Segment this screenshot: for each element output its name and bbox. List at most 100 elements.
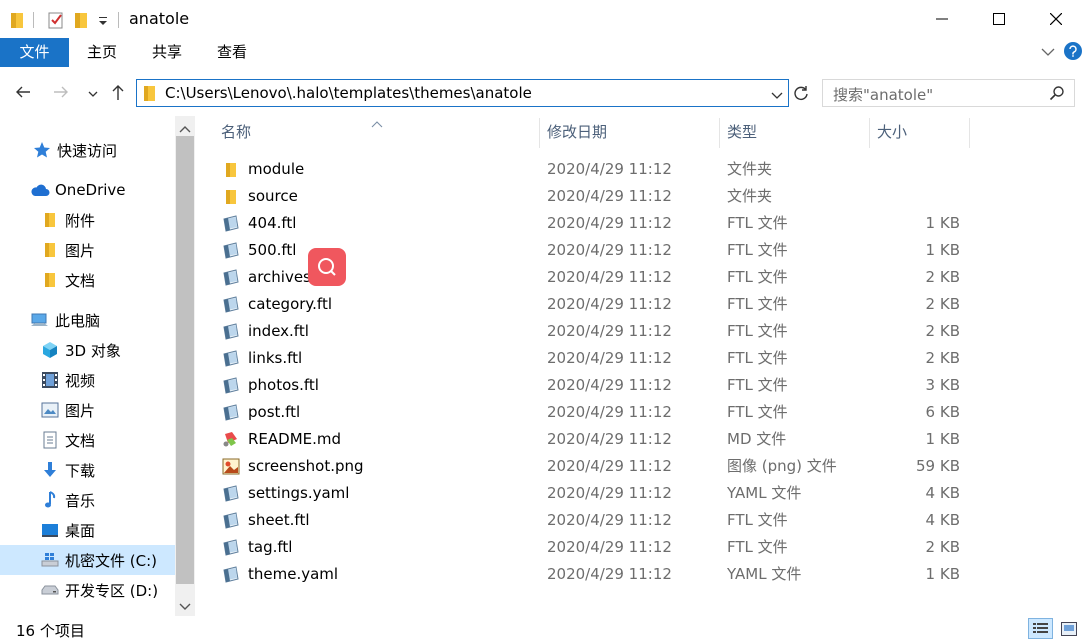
- up-arrow-icon[interactable]: [110, 83, 126, 105]
- file-name: 500.ftl: [248, 241, 297, 259]
- folder-icon: [40, 210, 60, 230]
- file-row[interactable]: index.ftl 2020/4/29 11:12 FTL 文件 2 KB: [216, 318, 976, 345]
- file-type: FTL 文件: [727, 349, 788, 367]
- customize-dropdown-icon[interactable]: [97, 9, 109, 31]
- column-header-size[interactable]: 大小: [877, 118, 907, 146]
- file-date: 2020/4/29 11:12: [547, 214, 672, 232]
- floating-search-icon[interactable]: [308, 248, 346, 286]
- column-divider[interactable]: [539, 118, 540, 148]
- maximize-button[interactable]: [973, 0, 1025, 38]
- file-row[interactable]: sheet.ftl 2020/4/29 11:12 FTL 文件 4 KB: [216, 507, 976, 534]
- file-size: 4 KB: [925, 511, 960, 529]
- cube-icon: [40, 340, 60, 360]
- file-row[interactable]: screenshot.png 2020/4/29 11:12 图像 (png) 文件…: [216, 453, 976, 480]
- new-folder-icon[interactable]: [74, 9, 88, 31]
- file-type: FTL 文件: [727, 376, 788, 394]
- minimize-button[interactable]: [916, 0, 968, 38]
- sidebar-item-label: 视频: [65, 371, 96, 390]
- help-icon[interactable]: [1064, 42, 1082, 60]
- sidebar-item-onedrive-documents[interactable]: 文档: [40, 265, 95, 295]
- recent-locations-icon[interactable]: [87, 86, 99, 104]
- column-header-date[interactable]: 修改日期: [547, 118, 607, 146]
- file-name: sheet.ftl: [248, 511, 310, 529]
- sidebar-item-this-pc[interactable]: 此电脑: [30, 305, 100, 335]
- sidebar-item-music[interactable]: 音乐: [40, 485, 95, 515]
- sidebar-item-quick-access[interactable]: 快速访问: [32, 135, 117, 165]
- file-name: category.ftl: [248, 295, 332, 313]
- back-arrow-icon[interactable]: [14, 84, 32, 104]
- sidebar-item-attachments[interactable]: 附件: [40, 205, 95, 235]
- sidebar-item-label: 3D 对象: [65, 341, 121, 360]
- column-divider[interactable]: [869, 118, 870, 148]
- ribbon-tabs: 文件 主页 共享 查看: [0, 38, 1084, 67]
- file-size: 1 KB: [925, 565, 960, 583]
- close-button[interactable]: [1030, 0, 1082, 38]
- file-row[interactable]: links.ftl 2020/4/29 11:12 FTL 文件 2 KB: [216, 345, 976, 372]
- tab-file[interactable]: 文件: [0, 38, 69, 67]
- address-dropdown-icon[interactable]: [771, 87, 783, 105]
- file-row[interactable]: tag.ftl 2020/4/29 11:12 FTL 文件 2 KB: [216, 534, 976, 561]
- sidebar-item-label: 音乐: [65, 491, 96, 510]
- text-file-icon: [222, 404, 240, 421]
- sidebar-item-downloads[interactable]: 下载: [40, 455, 95, 485]
- column-divider[interactable]: [719, 118, 720, 148]
- file-row[interactable]: settings.yaml 2020/4/29 11:12 YAML 文件 4 KB: [216, 480, 976, 507]
- refresh-icon[interactable]: [792, 84, 810, 106]
- text-file-icon: [222, 539, 240, 556]
- sidebar-item-label: 开发专区 (D:): [65, 581, 159, 600]
- file-name: post.ftl: [248, 403, 301, 421]
- column-divider[interactable]: [969, 118, 970, 148]
- file-type: 图像 (png) 文件: [727, 457, 837, 475]
- column-header-type[interactable]: 类型: [727, 118, 757, 146]
- tab-home[interactable]: 主页: [75, 38, 129, 67]
- file-row[interactable]: theme.yaml 2020/4/29 11:12 YAML 文件 1 KB: [216, 561, 976, 588]
- sidebar-item-desktop[interactable]: 桌面: [40, 515, 95, 545]
- file-row[interactable]: source 2020/4/29 11:12 文件夹: [216, 183, 976, 210]
- sidebar-item-drive-c[interactable]: 机密文件 (C:): [0, 545, 175, 575]
- sidebar-item-onedrive[interactable]: OneDrive: [30, 175, 126, 205]
- sidebar-item-videos[interactable]: 视频: [40, 365, 95, 395]
- file-row[interactable]: module 2020/4/29 11:12 文件夹: [216, 156, 976, 183]
- file-row[interactable]: 404.ftl 2020/4/29 11:12 FTL 文件 1 KB: [216, 210, 976, 237]
- file-name: README.md: [248, 430, 342, 448]
- scroll-down-icon[interactable]: [178, 598, 192, 616]
- sidebar-item-onedrive-pictures[interactable]: 图片: [40, 235, 95, 265]
- forward-arrow-icon[interactable]: [52, 84, 70, 104]
- file-date: 2020/4/29 11:12: [547, 484, 672, 502]
- file-row[interactable]: README.md 2020/4/29 11:12 MD 文件 1 KB: [216, 426, 976, 453]
- text-file-icon: [222, 566, 240, 583]
- address-bar[interactable]: C:\Users\Lenovo\.halo\templates\themes\a…: [136, 79, 789, 107]
- sidebar-item-label: 文档: [65, 271, 96, 290]
- sidebar-item-label: 快速访问: [57, 141, 118, 160]
- text-file-icon: [222, 485, 240, 502]
- file-row[interactable]: post.ftl 2020/4/29 11:12 FTL 文件 6 KB: [216, 399, 976, 426]
- file-row[interactable]: photos.ftl 2020/4/29 11:12 FTL 文件 3 KB: [216, 372, 976, 399]
- details-view-button[interactable]: [1028, 618, 1053, 639]
- film-icon: [40, 370, 60, 390]
- tab-view[interactable]: 查看: [205, 38, 259, 67]
- sidebar-item-3d-objects[interactable]: 3D 对象: [40, 335, 121, 365]
- file-date: 2020/4/29 11:12: [547, 187, 672, 205]
- expand-ribbon-icon[interactable]: [1040, 44, 1056, 64]
- search-icon[interactable]: [1049, 85, 1065, 105]
- folder-icon: [222, 161, 240, 178]
- tab-share[interactable]: 共享: [140, 38, 194, 67]
- download-icon: [40, 460, 60, 480]
- large-icons-view-button[interactable]: [1058, 620, 1080, 638]
- properties-icon[interactable]: [47, 9, 65, 31]
- file-row[interactable]: category.ftl 2020/4/29 11:12 FTL 文件 2 KB: [216, 291, 976, 318]
- scroll-up-icon[interactable]: [178, 120, 192, 138]
- sidebar-item-drive-d[interactable]: 开发专区 (D:): [40, 575, 158, 605]
- folder-icon: [10, 9, 24, 31]
- sidebar-item-documents[interactable]: 文档: [40, 425, 95, 455]
- sidebar-scrollbar-thumb[interactable]: [176, 136, 194, 584]
- sort-ascending-icon: [371, 114, 383, 132]
- column-header-name[interactable]: 名称: [221, 118, 251, 146]
- address-path[interactable]: C:\Users\Lenovo\.halo\templates\themes\a…: [165, 84, 532, 102]
- file-size: 1 KB: [925, 241, 960, 259]
- window-title: anatole: [129, 9, 190, 28]
- sidebar-item-pictures[interactable]: 图片: [40, 395, 95, 425]
- file-type: FTL 文件: [727, 511, 788, 529]
- file-date: 2020/4/29 11:12: [547, 241, 672, 259]
- search-input[interactable]: 搜索"anatole": [822, 79, 1075, 107]
